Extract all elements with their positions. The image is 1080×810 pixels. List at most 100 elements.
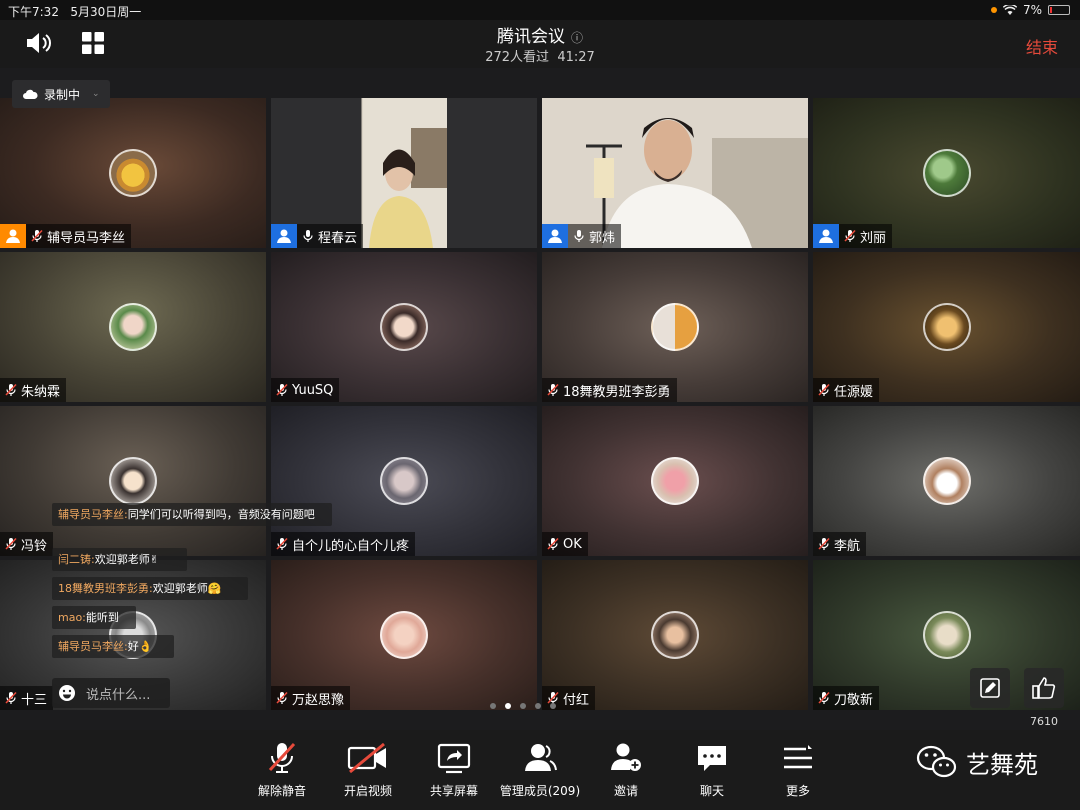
end-meeting-button[interactable]: 结束 — [1026, 34, 1058, 58]
mic-muted-icon — [276, 537, 288, 550]
chat-message: 辅导员马李丝:同学们可以听得到吗，音频没有问题吧 — [52, 503, 332, 526]
page-dot-active[interactable] — [505, 703, 511, 709]
viewer-count: 272人看过 — [485, 50, 550, 65]
chat-text: 能听到 — [85, 611, 119, 624]
participant-tile[interactable]: 刘丽 — [813, 98, 1080, 248]
name-label: 朱纳霖 — [0, 378, 67, 402]
mic-muted-icon — [31, 229, 43, 242]
recording-indicator[interactable]: 录制中 ⌄ — [12, 80, 110, 108]
meeting-stats: 272人看过 41:27 — [0, 46, 1080, 65]
name-label: 任源媛 — [813, 378, 880, 402]
mic-muted-icon — [547, 537, 559, 550]
page-indicator[interactable] — [490, 703, 556, 709]
meeting-header: 腾讯会议 ⓘ 272人看过 41:27 结束 — [0, 20, 1080, 68]
recording-dot-icon — [990, 7, 997, 13]
name-label: 程春云 — [297, 224, 364, 248]
name-bar: 朱纳霖 — [0, 378, 67, 402]
mic-muted-icon — [268, 742, 296, 773]
avatar — [109, 149, 157, 197]
status-date: 5月30日周一 — [70, 5, 142, 19]
unmute-label: 解除静音 — [257, 784, 306, 798]
name-label: 李航 — [813, 532, 867, 556]
page-dot[interactable] — [490, 703, 496, 709]
avatar — [922, 457, 971, 505]
chat-icon — [698, 746, 726, 771]
page-dot[interactable] — [535, 703, 541, 709]
name-bar: 郭炜 — [542, 224, 622, 248]
participant-name: 自个儿的心自个儿疼 — [292, 538, 410, 554]
brand-watermark: 艺舞苑 — [916, 744, 1038, 780]
name-label: YuuSQ — [271, 378, 340, 402]
share-screen-button[interactable]: 共享屏幕 — [409, 740, 499, 799]
avatar — [922, 303, 971, 351]
name-bar: 18舞教男班李彭勇 — [542, 378, 677, 402]
share-screen-icon — [437, 743, 471, 774]
name-bar: 任源媛 — [813, 378, 880, 402]
participant-name: 刀敬新 — [834, 692, 874, 708]
participant-tile[interactable]: 朱纳霖 — [0, 252, 266, 402]
participant-tile[interactable]: 自个儿的心自个儿疼 — [271, 406, 537, 556]
chat-placeholder: 说点什么... — [86, 687, 151, 703]
chat-sender: 辅导员马李丝: — [58, 508, 128, 521]
participant-name: YuuSQ — [292, 382, 334, 398]
chat-text: 欢迎郭老师🤗 — [152, 582, 222, 595]
video-feed — [363, 98, 447, 248]
avatar — [380, 611, 428, 659]
name-label: 刀敬新 — [813, 686, 880, 710]
chat-button[interactable]: 聊天 — [667, 740, 757, 799]
avatar — [380, 303, 428, 351]
participant-tile[interactable]: 任源媛 — [813, 252, 1080, 402]
wechat-logo-icon — [916, 745, 957, 778]
participant-name: 18舞教男班李彭勇 — [563, 384, 671, 400]
participant-tile[interactable]: OK — [542, 406, 808, 556]
info-icon[interactable]: ⓘ — [571, 31, 583, 45]
participant-tile[interactable]: 辅导员马李丝 — [0, 98, 266, 248]
mic-muted-icon — [844, 229, 856, 242]
participant-name: 万赵思豫 — [292, 692, 345, 708]
participant-name: 付红 — [563, 692, 590, 708]
avatar — [380, 457, 428, 505]
chat-message: 18舞教男班李彭勇:欢迎郭老师🤗 — [52, 577, 248, 600]
like-button[interactable] — [1024, 668, 1064, 708]
participant-tile[interactable]: 程春云 — [271, 98, 537, 248]
participant-name: 冯铃 — [21, 538, 48, 554]
participant-name: 辅导员马李丝 — [47, 230, 126, 246]
participant-tile[interactable]: 付红 — [542, 560, 808, 710]
participant-tile[interactable]: YuuSQ — [271, 252, 537, 402]
mic-muted-icon — [818, 691, 830, 704]
mic-muted-icon — [818, 537, 830, 550]
start-video-button[interactable]: 开启视频 — [323, 740, 413, 799]
share-label: 共享屏幕 — [429, 784, 478, 798]
chat-label: 聊天 — [699, 784, 724, 798]
name-bar: YuuSQ — [271, 378, 340, 402]
avatar — [922, 149, 971, 197]
host-badge-icon — [0, 224, 26, 248]
more-button[interactable]: 更多 — [753, 740, 843, 799]
wifi-icon — [1002, 4, 1017, 15]
manage-members-button[interactable]: 管理成员(209) — [495, 740, 585, 799]
page-dot[interactable] — [550, 703, 556, 709]
participant-tile[interactable]: 18舞教男班李彭勇 — [542, 252, 808, 402]
meeting-title[interactable]: 腾讯会议 ⓘ — [0, 22, 1080, 47]
invite-button[interactable]: 邀请 — [581, 740, 671, 799]
host-badge-icon — [271, 224, 297, 248]
annotate-button[interactable] — [970, 668, 1010, 708]
participant-tile[interactable]: 万赵思豫 — [271, 560, 537, 710]
more-menu-icon — [784, 745, 812, 769]
thumbs-up-icon — [1032, 677, 1056, 699]
participant-tile[interactable]: 李航 — [813, 406, 1080, 556]
page-dot[interactable] — [520, 703, 526, 709]
participant-name: 程春云 — [318, 230, 358, 246]
participant-name: 李航 — [834, 538, 861, 554]
name-label: 冯铃 — [0, 532, 54, 556]
unmute-button[interactable]: 解除静音 — [237, 740, 327, 799]
chat-message: mao:能听到 — [52, 606, 136, 629]
avatar — [651, 611, 699, 659]
emoji-icon[interactable] — [58, 684, 76, 702]
participant-tile[interactable]: 郭炜 — [542, 98, 808, 248]
participant-name: OK — [563, 536, 582, 552]
participant-tile[interactable]: 冯铃 — [0, 406, 266, 556]
chat-input[interactable]: 说点什么... — [52, 678, 170, 708]
members-icon — [525, 744, 557, 771]
participant-grid: 辅导员马李丝 程春云 郭炜 刘丽朱纳霖 YuuSQ 18舞教男班李彭勇 任源媛冯铃 自个儿的心… — [0, 98, 1080, 712]
